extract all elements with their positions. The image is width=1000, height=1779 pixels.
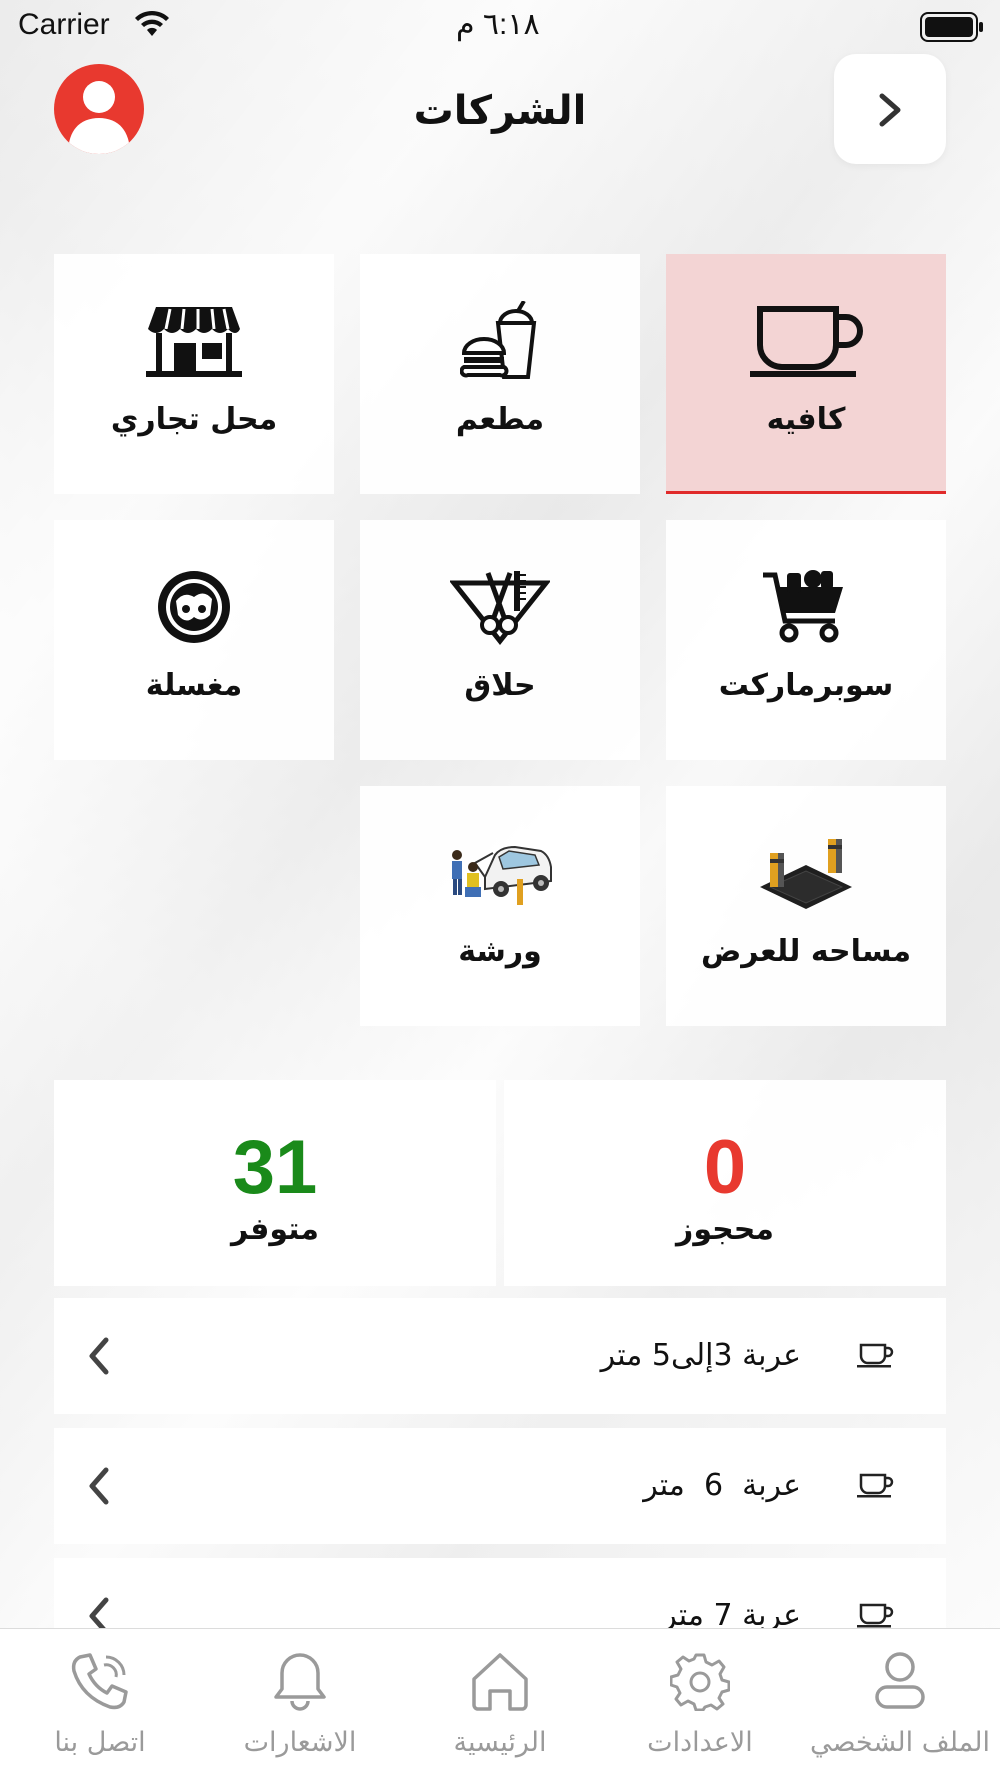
category-label: مغسلة [145, 668, 243, 703]
booked-count: 0 [703, 1125, 747, 1210]
gear-icon [600, 1651, 800, 1711]
category-tile-cafe[interactable]: كافيه [666, 254, 946, 494]
scissors-comb-icon [360, 562, 640, 652]
chevron-right-icon [879, 93, 901, 127]
available-count: 31 [232, 1125, 318, 1210]
tab-label: الملف الشخصي [810, 1727, 990, 1758]
phone-icon [0, 1651, 200, 1711]
battery-icon [920, 12, 984, 50]
tab-home[interactable]: الرئيسية [400, 1629, 600, 1779]
tab-label: الرئيسية [453, 1727, 547, 1758]
coffee-cup-icon [856, 1472, 896, 1502]
list-item-label: عربة 6 متر [643, 1468, 801, 1503]
category-tile-barber[interactable]: حلاق [360, 520, 640, 760]
exhibition-space-icon [666, 828, 946, 918]
car-workshop-icon [360, 828, 640, 918]
category-tile-workshop[interactable]: ورشة [360, 786, 640, 1026]
booked-label: محجوز [676, 1212, 774, 1247]
bell-icon [200, 1651, 400, 1713]
list-item[interactable]: عربة 6 متر [54, 1428, 946, 1544]
header: الشركات [0, 54, 1000, 174]
wifi-icon [134, 10, 170, 46]
stat-available: 31 متوفر [54, 1080, 496, 1286]
washing-machine-icon [54, 562, 334, 652]
category-tile-exhibition-space[interactable]: مساحه للعرض [666, 786, 946, 1026]
tab-bar: الملف الشخصي الاعدادات الرئيسية الاشعارا… [0, 1628, 1000, 1779]
category-label: محل تجاري [110, 402, 278, 437]
list-item-label: عربة 3إلى5 متر [600, 1338, 801, 1373]
chevron-left-icon [84, 1336, 114, 1380]
tab-label: الاشعارات [243, 1727, 357, 1758]
category-label: سوبرماركت [718, 668, 894, 703]
user-icon [800, 1651, 1000, 1711]
available-label: متوفر [231, 1212, 319, 1247]
category-label: ورشة [458, 934, 542, 969]
category-label: كافيه [766, 402, 846, 437]
tab-label: اتصل بنا [54, 1727, 146, 1758]
chevron-left-icon [84, 1466, 114, 1510]
tab-settings[interactable]: الاعدادات [600, 1629, 800, 1779]
category-tile-store[interactable]: محل تجاري [54, 254, 334, 494]
category-label: مطعم [455, 402, 545, 437]
list-item[interactable]: عربة 3إلى5 متر [54, 1298, 946, 1414]
storefront-icon [54, 296, 334, 386]
clock: ٦:١٨ م [456, 8, 540, 41]
status-bar: Carrier ٦:١٨ م [0, 0, 1000, 54]
tab-profile[interactable]: الملف الشخصي [800, 1629, 1000, 1779]
coffee-cup-icon [856, 1342, 896, 1372]
tab-contact-us[interactable]: اتصل بنا [0, 1629, 200, 1779]
category-tile-restaurant[interactable]: مطعم [360, 254, 640, 494]
tab-notifications[interactable]: الاشعارات [200, 1629, 400, 1779]
coffee-cup-icon [666, 296, 946, 386]
category-tile-supermarket[interactable]: سوبرماركت [666, 520, 946, 760]
category-label: مساحه للعرض [700, 934, 912, 969]
category-label: حلاق [464, 668, 536, 703]
back-button[interactable] [834, 54, 946, 164]
home-icon [400, 1651, 600, 1711]
carrier-label: Carrier [18, 8, 110, 41]
category-tile-laundry[interactable]: مغسلة [54, 520, 334, 760]
stat-booked: 0 محجوز [504, 1080, 946, 1286]
tab-label: الاعدادات [647, 1727, 753, 1758]
burger-drink-icon [360, 296, 640, 386]
shopping-cart-icon [666, 562, 946, 652]
